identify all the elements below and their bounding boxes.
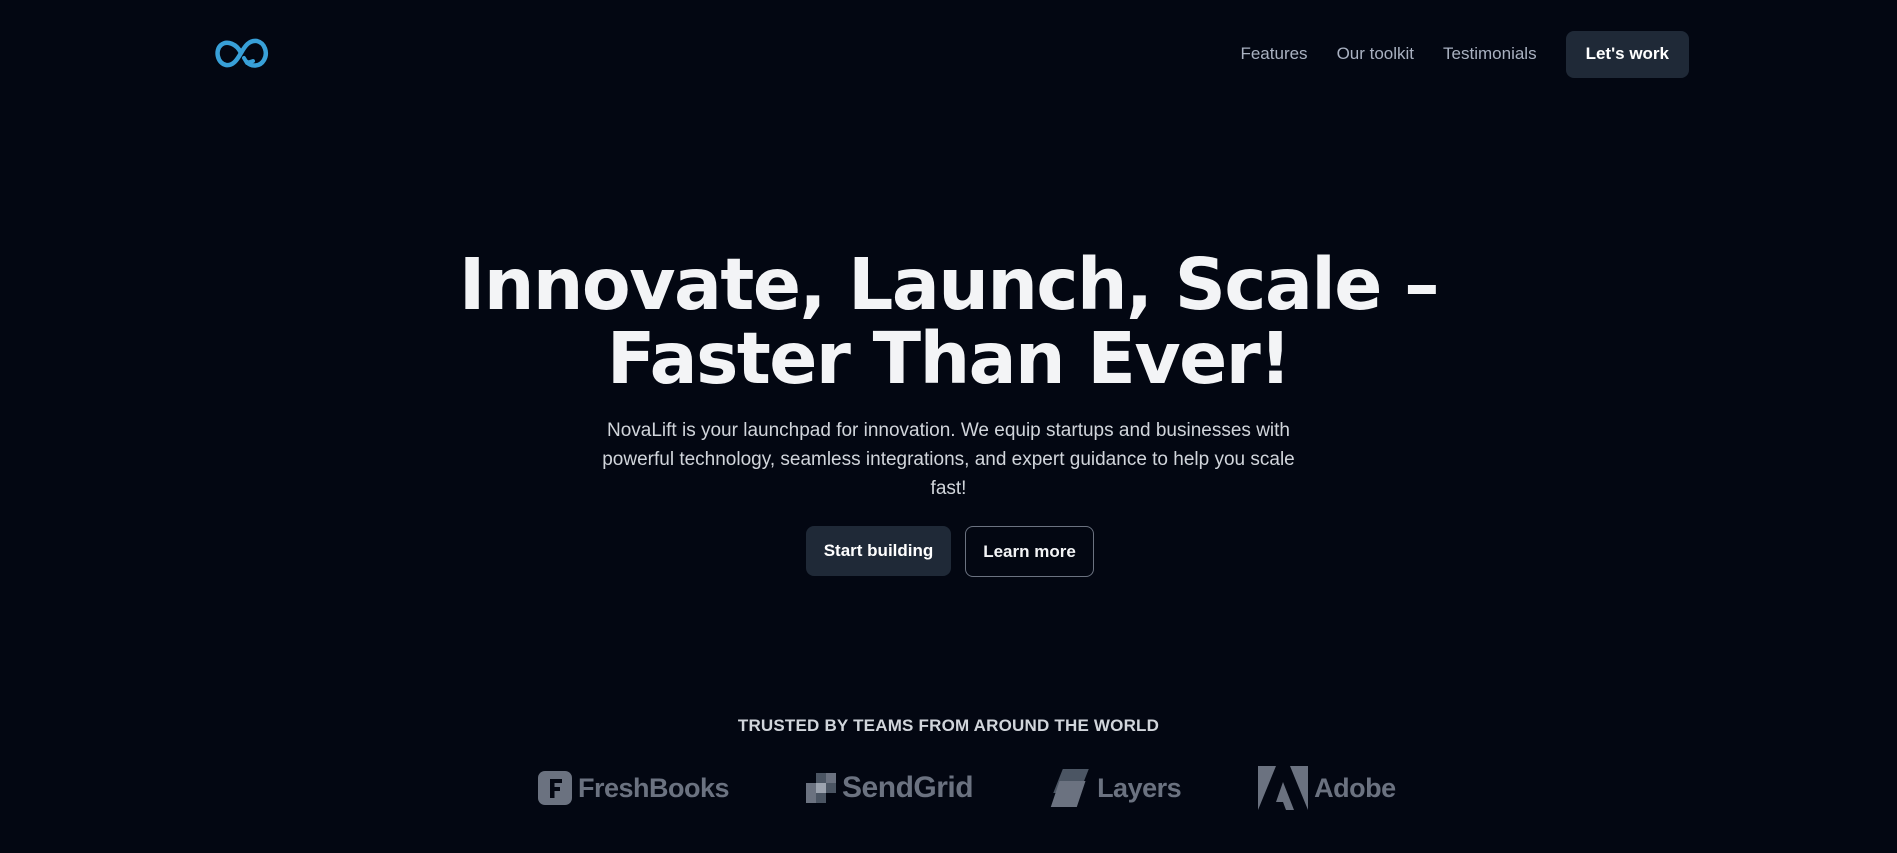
nav-link-our-toolkit[interactable]: Our toolkit	[1337, 44, 1414, 64]
infinity-logo-icon[interactable]	[213, 36, 269, 70]
nav-link-features[interactable]: Features	[1240, 44, 1307, 64]
adobe-icon	[1258, 766, 1309, 810]
hero-title-line-2: Faster Than Ever!	[606, 317, 1292, 400]
layers-icon	[1050, 769, 1089, 807]
layers-name: Layers	[1097, 772, 1182, 803]
adobe-name: Adobe	[1314, 772, 1396, 803]
learn-more-button[interactable]: Learn more	[965, 526, 1094, 577]
hero-title: Innovate, Launch, Scale – Faster Than Ev…	[0, 248, 1897, 396]
freshbooks-logo: FreshBooks	[538, 771, 730, 805]
freshbooks-name: FreshBooks	[578, 772, 730, 803]
freshbooks-icon	[538, 771, 572, 805]
hero-title-line-1: Innovate, Launch, Scale –	[458, 243, 1440, 326]
lets-work-button[interactable]: Let's work	[1565, 30, 1689, 78]
trusted-logos: FreshBooks SendGrid Layers Adobe	[538, 766, 1396, 810]
sendgrid-name: SendGrid	[842, 771, 974, 804]
main-nav: Features Our toolkit Testimonials Let's …	[1240, 30, 1689, 78]
sendgrid-logo: SendGrid	[806, 771, 974, 805]
hero-subtitle: NovaLift is your launchpad for innovatio…	[602, 420, 1295, 499]
adobe-logo: Adobe	[1258, 766, 1396, 810]
sendgrid-icon	[806, 773, 837, 803]
hero-actions: Start building Learn more	[806, 526, 1094, 577]
start-building-button[interactable]: Start building	[806, 526, 951, 576]
layers-logo: Layers	[1049, 767, 1182, 809]
landing-page: Features Our toolkit Testimonials Let's …	[0, 0, 1897, 853]
trusted-by-label: TRUSTED BY TEAMS FROM AROUND THE WORLD	[737, 716, 1160, 735]
nav-link-testimonials[interactable]: Testimonials	[1443, 44, 1537, 64]
